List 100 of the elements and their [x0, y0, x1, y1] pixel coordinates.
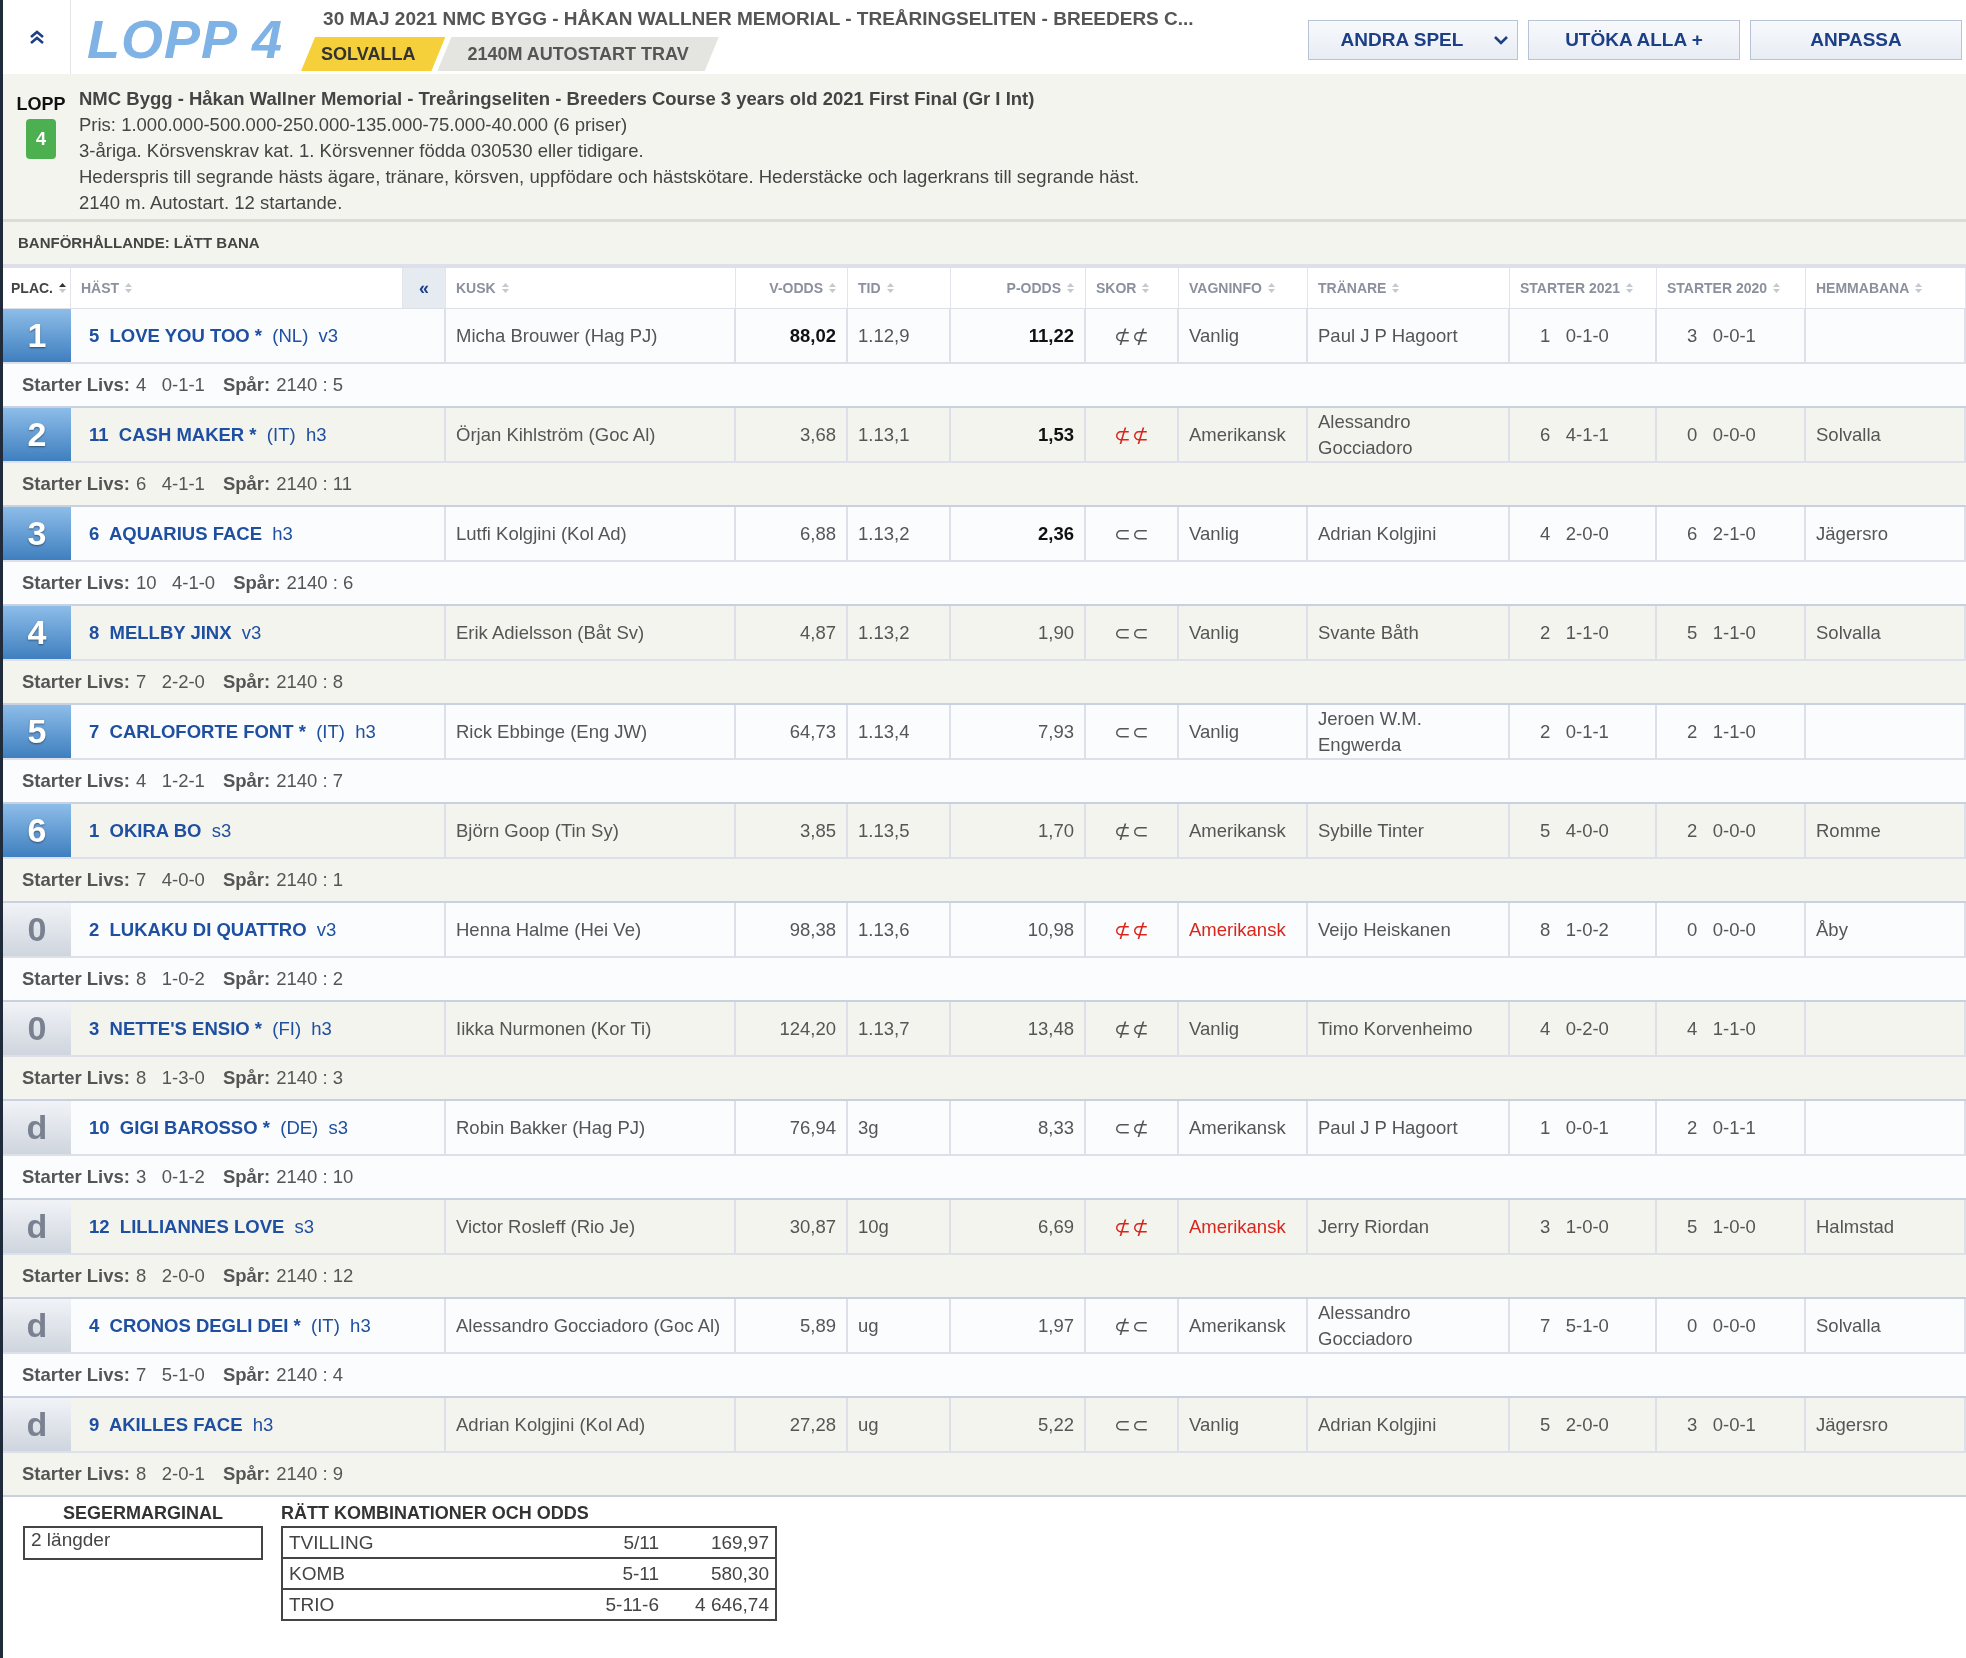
starts-cell: 7 5-1-0 [1510, 1299, 1657, 1352]
career-starts: 10 4-1-0 [135, 572, 216, 594]
post-label: Spår: [222, 770, 271, 792]
odds-cell: 13,48 [951, 1002, 1086, 1055]
combo-odds: 169,97 [709, 1531, 769, 1554]
cart-cell: Vanlig [1179, 309, 1308, 362]
trainer-cell: Adrian Kolgjini [1308, 507, 1510, 560]
odds-cell: 3,85 [736, 804, 848, 857]
career-starts: 8 2-0-1 [135, 1463, 205, 1485]
horse-link[interactable]: 9 AKILLES FACE h3 [89, 1411, 274, 1438]
home-track-cell: Romme [1806, 804, 1966, 857]
post-position: 2140 : 2 [276, 968, 344, 990]
header-button[interactable]: ANDRA SPEL [1308, 20, 1518, 60]
starts-cell: 5 4-0-0 [1510, 804, 1657, 857]
horse-link[interactable]: 4 CRONOS DEGLI DEI * (IT) h3 [89, 1312, 371, 1339]
post-position: 2140 : 9 [276, 1463, 344, 1485]
post-position: 2140 : 7 [276, 770, 344, 792]
horse-link[interactable]: 3 NETTE'S ENSIO * (FI) h3 [89, 1015, 332, 1042]
post-label: Spår: [222, 1265, 271, 1287]
career-starts: 4 0-1-1 [135, 374, 205, 396]
career-starts: 7 2-2-0 [135, 671, 205, 693]
shoes-cell: ⊄⊄ [1086, 1002, 1179, 1055]
horse-link[interactable]: 12 LILLIANNES LOVE s3 [89, 1213, 315, 1240]
race-info-text: 2140 m. Autostart. 12 startande. [79, 191, 344, 215]
horse-link[interactable]: 5 LOVE YOU TOO * (NL) v3 [89, 322, 339, 349]
shoes-cell: ⊄⊂ [1086, 804, 1179, 857]
post-position: 2140 : 8 [276, 671, 344, 693]
horse-link[interactable]: 1 OKIRA BO s3 [89, 817, 232, 844]
time-cell: 1.13,2 [848, 507, 951, 560]
combo-odds: 580,30 [709, 1562, 769, 1585]
post-label: Spår: [222, 671, 271, 693]
placement-cell: 3 [3, 507, 71, 560]
home-track-cell: Solvalla [1806, 408, 1966, 461]
career-starts: 8 1-3-0 [135, 1067, 205, 1089]
driver-cell: Örjan Kihlström (Goc Al) [446, 408, 736, 461]
starts-cell: 0 0-0-0 [1657, 408, 1806, 461]
cart-cell: Amerikansk [1179, 903, 1308, 956]
shoes-cell: ⊂⊂ [1086, 705, 1179, 758]
home-track-cell: Solvalla [1806, 606, 1966, 659]
trainer-cell: Sybille Tinter [1308, 804, 1510, 857]
time-cell: 10g [848, 1200, 951, 1253]
cart-cell: Amerikansk [1179, 1101, 1308, 1154]
odds-cell: 1,70 [951, 804, 1086, 857]
shoes-cell: ⊄⊄ [1086, 408, 1179, 461]
trainer-cell: Jerry Riordan [1308, 1200, 1510, 1253]
post-label: Spår: [222, 869, 271, 891]
margin-value: 2 längder [23, 1526, 263, 1560]
trainer-cell: Veijo Heiskanen [1308, 903, 1510, 956]
starts-cell: 4 0-2-0 [1510, 1002, 1657, 1055]
time-cell: 1.13,1 [848, 408, 951, 461]
trainer-cell: Alessandro Gocciadoro [1308, 408, 1510, 461]
placement-cell: d [3, 1299, 71, 1352]
career-starts: 3 0-1-2 [135, 1166, 205, 1188]
career-label: Starter Livs: [22, 1463, 130, 1485]
post-position: 2140 : 3 [276, 1067, 344, 1089]
horse-link[interactable]: 10 GIGI BAROSSO * (DE) s3 [89, 1114, 349, 1141]
placement-cell: 2 [3, 408, 71, 461]
career-label: Starter Livs: [22, 572, 130, 594]
starts-cell: 8 1-0-2 [1510, 903, 1657, 956]
starts-cell: 2 1-1-0 [1657, 705, 1806, 758]
cart-cell: Amerikansk [1179, 1200, 1308, 1253]
career-label: Starter Livs: [22, 1166, 130, 1188]
horse-link[interactable]: 8 MELLBY JINX v3 [89, 619, 262, 646]
odds-cell: 5,22 [951, 1398, 1086, 1451]
post-label: Spår: [233, 572, 281, 594]
post-label: Spår: [222, 374, 271, 396]
driver-cell: Micha Brouwer (Hag PJ) [446, 309, 736, 362]
horse-link[interactable]: 7 CARLOFORTE FONT * (IT) h3 [89, 718, 376, 745]
starts-cell: 5 1-0-0 [1657, 1200, 1806, 1253]
collapse-columns-button[interactable]: « [403, 268, 446, 308]
horse-link[interactable]: 11 CASH MAKER * (IT) h3 [89, 421, 327, 448]
odds-cell: 124,20 [736, 1002, 848, 1055]
cart-cell: Amerikansk [1179, 1299, 1308, 1352]
horse-link[interactable]: 6 AQUARIUS FACE h3 [89, 520, 293, 547]
career-label: Starter Livs: [22, 671, 130, 693]
odds-cell: 1,90 [951, 606, 1086, 659]
career-starts: 8 2-0-0 [135, 1265, 205, 1287]
placement-cell: 1 [3, 309, 71, 362]
career-starts: 4 1-2-1 [135, 770, 205, 792]
career-starts: 7 4-0-0 [135, 869, 205, 891]
driver-cell: Victor Rosleff (Rio Je) [446, 1200, 736, 1253]
career-label: Starter Livs: [22, 1265, 130, 1287]
header-button[interactable]: ANPASSA [1750, 20, 1962, 60]
trainer-cell: Timo Korvenheimo [1308, 1002, 1510, 1055]
race-info-text: 3-åriga. Körsvenskrav kat. 1. Körsvenner födda 030530 eller tidigare. [79, 139, 645, 163]
driver-cell: Robin Bakker (Hag PJ) [446, 1101, 736, 1154]
driver-cell: Iikka Nurmonen (Kor Ti) [446, 1002, 736, 1055]
margin-label: SEGERMARGINAL [62, 1503, 224, 1524]
horse-link[interactable]: 2 LUKAKU DI QUATTRO v3 [89, 916, 337, 943]
post-position: 2140 : 11 [276, 473, 352, 495]
header-button[interactable]: UTÖKA ALLA + [1528, 20, 1740, 60]
career-starts: 6 4-1-1 [135, 473, 205, 495]
odds-cell: 1,97 [951, 1299, 1086, 1352]
odds-cell: 8,33 [951, 1101, 1086, 1154]
post-position: 2140 : 6 [286, 572, 354, 594]
starts-cell: 6 2-1-0 [1657, 507, 1806, 560]
shoes-cell: ⊄⊄ [1086, 309, 1179, 362]
career-label: Starter Livs: [22, 869, 130, 891]
career-label: Starter Livs: [22, 968, 130, 990]
cart-cell: Vanlig [1179, 606, 1308, 659]
